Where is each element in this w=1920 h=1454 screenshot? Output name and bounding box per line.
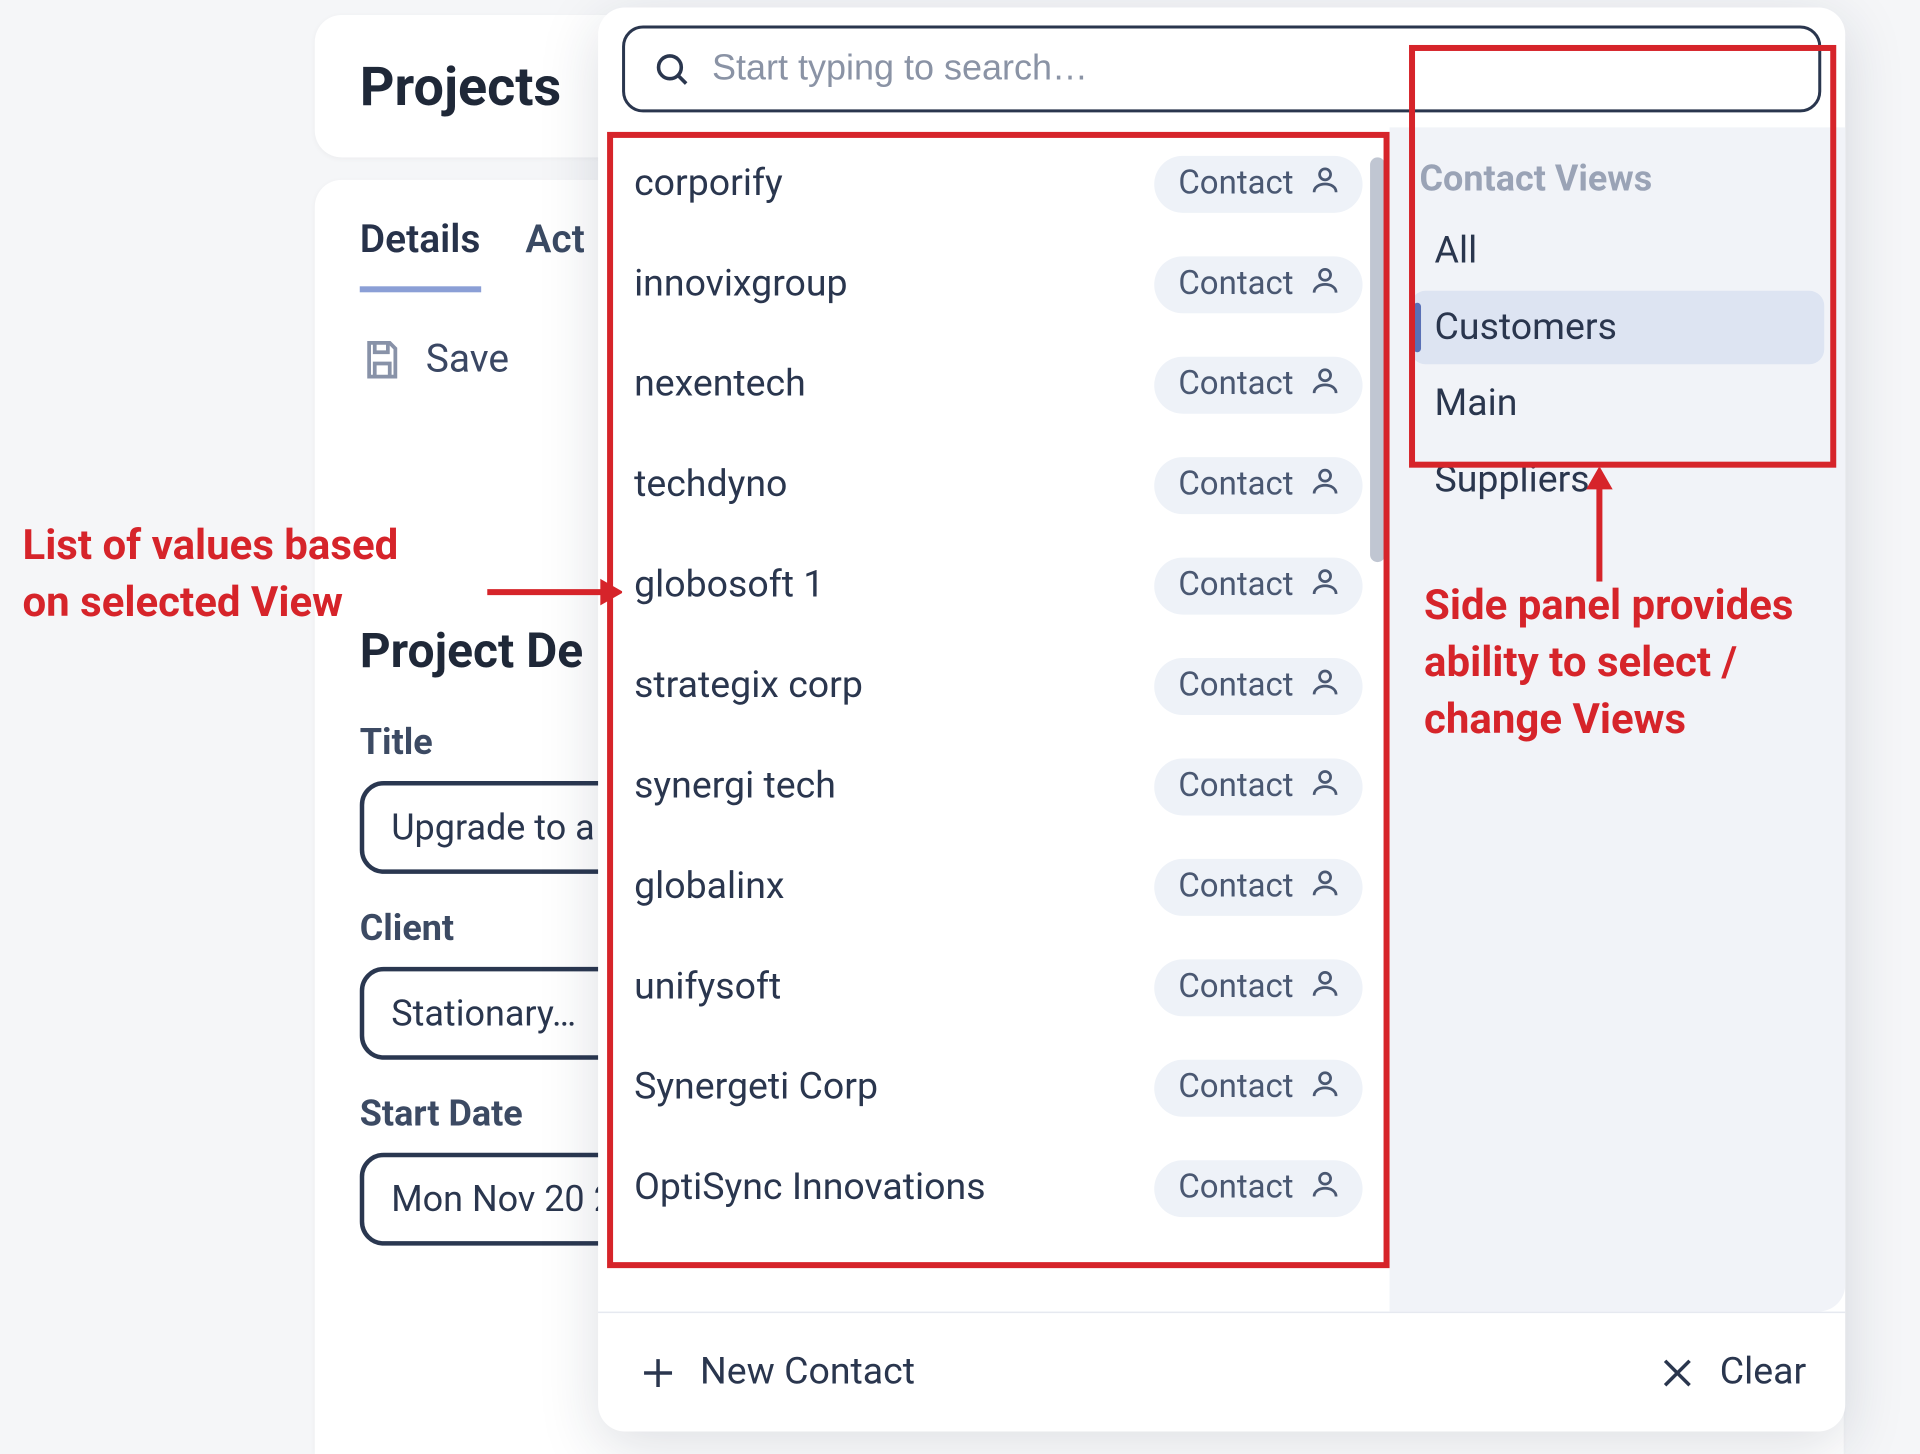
result-label: nexentech (634, 363, 806, 406)
person-icon (1309, 1067, 1342, 1109)
field-startdate-input[interactable]: Mon Nov 20 2 (360, 1153, 630, 1246)
result-row[interactable]: globalinx Contact (613, 836, 1386, 936)
result-badge: Contact (1154, 557, 1362, 614)
result-badge: Contact (1154, 959, 1362, 1016)
scrollbar[interactable] (1370, 157, 1385, 562)
save-label: Save (426, 337, 509, 382)
result-badge: Contact (1154, 1159, 1362, 1216)
result-row[interactable]: innovixgroup Contact (613, 234, 1386, 334)
result-label: innovixgroup (634, 262, 848, 305)
person-icon (1309, 665, 1342, 707)
badge-label: Contact (1178, 466, 1293, 503)
result-badge: Contact (1154, 758, 1362, 815)
results-pane: corporifyContactinnovixgroupContactnexen… (598, 127, 1389, 1311)
result-badge: Contact (1154, 356, 1362, 413)
badge-label: Contact (1178, 165, 1293, 202)
result-label: unifysoft (634, 965, 781, 1008)
field-title-input[interactable]: Upgrade to a (360, 781, 630, 874)
person-icon (1309, 966, 1342, 1008)
person-icon (1309, 364, 1342, 406)
new-contact-button[interactable]: New Contact (637, 1351, 915, 1394)
result-badge: Contact (1154, 1059, 1362, 1116)
result-label: globosoft 1 (634, 564, 824, 607)
person-icon (1309, 1167, 1342, 1209)
result-row[interactable]: strategix corp Contact (613, 636, 1386, 736)
result-label: synergi tech (634, 764, 836, 807)
search-input[interactable] (712, 48, 1791, 90)
tab-details[interactable]: Details (360, 217, 481, 292)
result-row[interactable]: Synergeti Corp Contact (613, 1037, 1386, 1137)
result-row[interactable]: OptiSync Innovations Contact (613, 1138, 1386, 1238)
result-badge: Contact (1154, 657, 1362, 714)
view-item[interactable]: Main (1411, 367, 1825, 440)
views-title: Contact Views (1411, 157, 1825, 199)
result-badge: Contact (1154, 256, 1362, 313)
result-badge: Contact (1154, 858, 1362, 915)
picker-footer: New Contact Clear (598, 1312, 1845, 1432)
person-icon (1309, 765, 1342, 807)
result-row[interactable]: synergi tech Contact (613, 736, 1386, 836)
badge-label: Contact (1178, 1069, 1293, 1106)
badge-label: Contact (1178, 265, 1293, 302)
search-icon (652, 49, 691, 88)
result-label: strategix corp (634, 664, 863, 707)
view-item[interactable]: All (1411, 214, 1825, 287)
result-row[interactable]: nexentech Contact (613, 334, 1386, 434)
result-row[interactable]: globosoft 1 Contact (613, 535, 1386, 635)
result-badge: Contact (1154, 456, 1362, 513)
result-label: corporify (634, 162, 783, 205)
clear-label: Clear (1720, 1351, 1806, 1394)
result-label: OptiSync Innovations (634, 1166, 986, 1209)
result-row[interactable]: corporify Contact (613, 133, 1386, 233)
result-label: techdyno (634, 463, 787, 506)
close-icon (1657, 1351, 1699, 1393)
person-icon (1309, 163, 1342, 205)
person-icon (1309, 464, 1342, 506)
tab-activity[interactable]: Act (525, 217, 584, 292)
result-badge: Contact (1154, 155, 1362, 212)
badge-label: Contact (1178, 868, 1293, 905)
clear-button[interactable]: Clear (1657, 1351, 1806, 1394)
badge-label: Contact (1178, 567, 1293, 604)
result-row[interactable]: techdyno Contact (613, 435, 1386, 535)
save-icon (360, 337, 405, 382)
search-box[interactable] (622, 25, 1821, 112)
new-contact-label: New Contact (700, 1351, 915, 1394)
person-icon (1309, 263, 1342, 305)
badge-label: Contact (1178, 366, 1293, 403)
badge-label: Contact (1178, 767, 1293, 804)
plus-icon (637, 1351, 679, 1393)
views-pane: Contact Views AllCustomersMainSuppliers (1390, 127, 1846, 1311)
person-icon (1309, 866, 1342, 908)
person-icon (1309, 564, 1342, 606)
badge-label: Contact (1178, 667, 1293, 704)
result-label: globalinx (634, 865, 784, 908)
result-label: Synergeti Corp (634, 1066, 878, 1109)
badge-label: Contact (1178, 968, 1293, 1005)
contact-picker: corporifyContactinnovixgroupContactnexen… (598, 7, 1845, 1431)
field-client-input[interactable]: Stationary… (360, 967, 630, 1060)
view-item[interactable]: Suppliers (1411, 444, 1825, 517)
page-title: Projects (360, 55, 561, 118)
badge-label: Contact (1178, 1169, 1293, 1206)
view-item[interactable]: Customers (1411, 291, 1825, 364)
result-row[interactable]: unifysoft Contact (613, 937, 1386, 1037)
